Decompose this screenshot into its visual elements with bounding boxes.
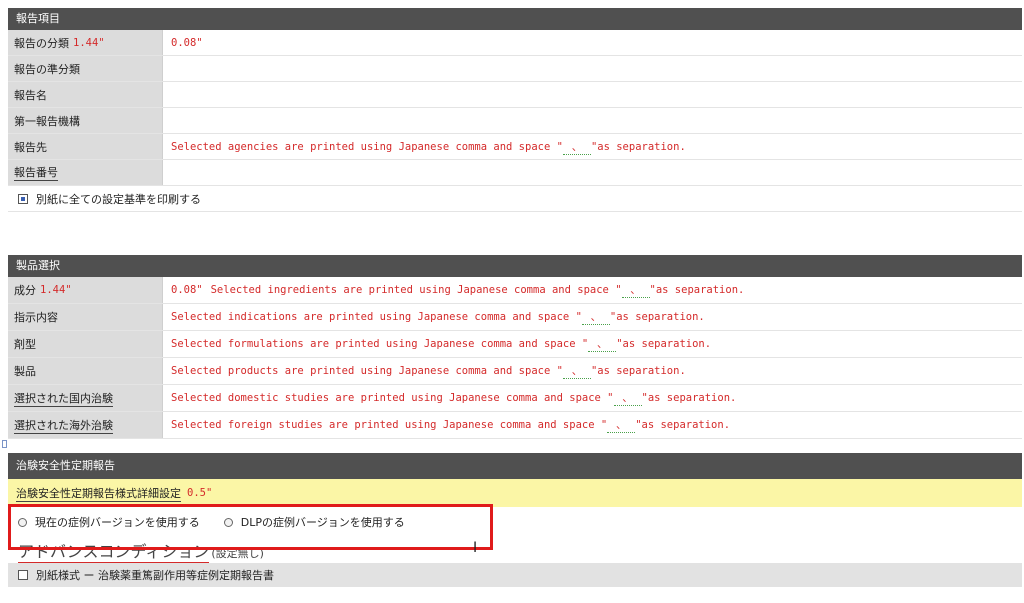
ingredient-label: 成分 1.44" [8,277,163,303]
foreign-study-note-end: "as separation. [635,419,731,431]
product-value: Selected products are printed using Japa… [163,358,1022,384]
indication-row[interactable]: 指示内容 Selected indications are printed us… [8,304,1022,331]
formulation-label: 剤型 [8,331,163,357]
domestic-study-label-text: 選択された国内治験 [14,391,113,407]
first-reporter-row[interactable]: 第一報告機構 [8,108,1022,134]
first-reporter-label: 第一報告機構 [8,108,163,133]
safety-report-header: 治験安全性定期報告 [8,453,1022,479]
report-items-section: 報告項目 報告の分類 1.44" 0.08" 報告の準分類 報告名 第一報告機構… [8,8,1022,212]
report-category-label-dimension: 1.44" [73,36,105,49]
foreign-study-label: 選択された海外治験 [8,412,163,438]
domestic-study-value: Selected domestic studies are printed us… [163,385,1022,411]
foreign-study-note: Selected foreign studies are printed usi… [171,419,608,431]
report-items-header: 報告項目 [8,8,1022,30]
radio-icon[interactable] [223,517,233,527]
report-destination-row[interactable]: 報告先 Selected agencies are printed using … [8,134,1022,160]
domestic-study-note: Selected domestic studies are printed us… [171,392,614,404]
first-reporter-value [163,108,1022,133]
report-subcategory-row[interactable]: 報告の準分類 [8,56,1022,82]
radio-icon[interactable] [18,517,27,527]
ingredient-note-end: "as separation. [649,284,745,296]
product-row[interactable]: 製品 Selected products are printed using J… [8,358,1022,385]
appendix-format-row[interactable]: 別紙様式 ー 治験薬重篤副作用等症例定期報告書 [8,563,1022,587]
separator-sample: 、 [562,139,591,155]
separator-sample: 、 [621,282,650,298]
report-category-label: 報告の分類 1.44" [8,30,163,55]
report-name-row[interactable]: 報告名 [8,82,1022,108]
report-destination-note: Selected agencies are printed using Japa… [171,140,563,153]
indication-note-end: "as separation. [609,311,705,323]
report-category-label-text: 報告の分類 [14,36,69,50]
indication-note: Selected indications are printed using J… [171,311,582,323]
ingredient-note: Selected ingredients are printed using J… [210,284,622,296]
product-selection-header: 製品選択 [8,255,1022,277]
report-destination-label: 報告先 [8,134,163,159]
appendix-format-label: 別紙様式 ー 治験薬重篤副作用等症例定期報告書 [36,569,274,582]
separator-sample: 、 [607,417,636,433]
product-note: Selected products are printed using Japa… [171,365,563,377]
report-subcategory-value [163,56,1022,81]
radio-current-version[interactable]: 現在の症例バージョンを使用する [18,514,200,530]
text-cursor-icon: I [473,540,478,556]
checkbox-icon[interactable] [18,570,28,580]
advanced-condition-row[interactable]: アドバンスコンディション (設定無し) [8,537,1022,563]
ingredient-label-dimension: 1.44" [40,284,72,296]
separator-sample: 、 [588,336,617,352]
foreign-study-label-text: 選択された海外治験 [14,418,113,434]
foreign-study-row[interactable]: 選択された海外治験 Selected foreign studies are p… [8,412,1022,439]
print-all-criteria-label: 別紙に全ての設定基準を印刷する [36,192,201,206]
advanced-condition-status: (設定無し) [211,547,264,560]
safety-report-format-label: 治験安全性定期報告様式詳細設定 [16,486,181,502]
ingredient-value: 0.08" Selected ingredients are printed us… [163,277,1022,303]
safety-report-format-row[interactable]: 治験安全性定期報告様式詳細設定 0.5" [8,479,1022,507]
formulation-note: Selected formulations are printed using … [171,338,589,350]
safety-report-format-dimension: 0.5" [187,487,213,499]
domestic-study-label: 選択された国内治験 [8,385,163,411]
separator-sample: 、 [581,309,610,325]
domestic-study-row[interactable]: 選択された国内治験 Selected domestic studies are … [8,385,1022,412]
report-settings-page: 報告項目 報告の分類 1.44" 0.08" 報告の準分類 報告名 第一報告機構… [0,0,1024,603]
advanced-condition-title[interactable]: アドバンスコンディション [18,542,210,563]
case-version-radio-group: 現在の症例バージョンを使用する DLPの症例バージョンを使用する [8,507,1022,537]
product-label: 製品 [8,358,163,384]
radio-dlp-version[interactable]: DLPの症例バージョンを使用する [223,514,405,530]
report-destination-note-end: "as separation. [590,140,686,153]
radio-current-version-label: 現在の症例バージョンを使用する [35,516,200,529]
formulation-row[interactable]: 剤型 Selected formulations are printed usi… [8,331,1022,358]
report-number-value [163,160,1022,185]
anchor-marker-icon [2,440,7,448]
report-name-value [163,82,1022,107]
report-number-label: 報告番号 [8,160,163,185]
safety-report-section: 治験安全性定期報告 治験安全性定期報告様式詳細設定 0.5" 現在の症例バージョ… [8,453,1022,587]
product-note-end: "as separation. [590,365,686,377]
indication-label: 指示内容 [8,304,163,330]
domestic-study-note-end: "as separation. [641,392,737,404]
indication-value: Selected indications are printed using J… [163,304,1022,330]
ingredient-dimension: 0.08" [171,284,203,296]
ingredient-label-text: 成分 [14,284,36,297]
separator-sample: 、 [562,363,591,379]
report-destination-value: Selected agencies are printed using Japa… [163,134,1022,159]
report-number-row[interactable]: 報告番号 [8,160,1022,186]
checkbox-checked-icon[interactable] [18,193,28,204]
report-name-label: 報告名 [8,82,163,107]
report-number-label-text: 報告番号 [14,166,58,181]
report-category-row[interactable]: 報告の分類 1.44" 0.08" [8,30,1022,56]
separator-sample: 、 [613,390,642,406]
foreign-study-value: Selected foreign studies are printed usi… [163,412,1022,438]
ingredient-row[interactable]: 成分 1.44" 0.08" Selected ingredients are p… [8,277,1022,304]
report-subcategory-label: 報告の準分類 [8,56,163,81]
radio-dlp-version-label: DLPの症例バージョンを使用する [240,516,405,529]
print-all-criteria-row[interactable]: 別紙に全ての設定基準を印刷する [8,186,1022,212]
formulation-value: Selected formulations are printed using … [163,331,1022,357]
product-selection-section: 製品選択 成分 1.44" 0.08" Selected ingredients … [8,255,1022,439]
report-category-value: 0.08" [163,30,1022,55]
formulation-note-end: "as separation. [616,338,712,350]
